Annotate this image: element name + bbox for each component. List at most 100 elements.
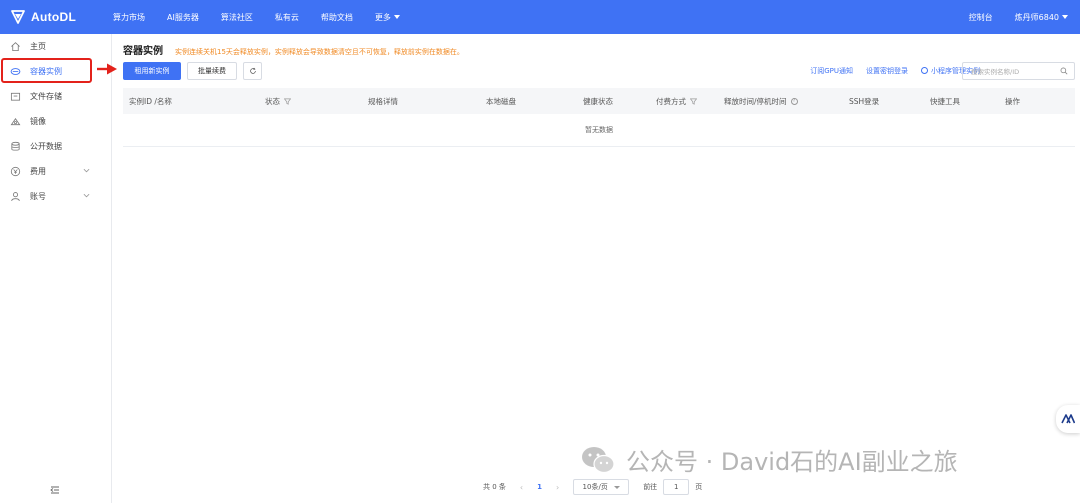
top-right-menu: 控制台 炼丹师6840	[969, 0, 1068, 34]
filter-icon[interactable]	[690, 98, 697, 105]
column-header-label: 状态	[265, 96, 280, 106]
nav-more-label: 更多	[374, 12, 391, 22]
nav-private-cloud[interactable]: 私有云	[275, 12, 299, 23]
column-header-label: 操作	[1005, 96, 1020, 106]
sidebar-item-account[interactable]: 账号	[0, 184, 111, 209]
column-header-label: 实例ID /名称	[129, 96, 172, 106]
column-header-spec: 规格详情	[368, 88, 398, 114]
warning-text: 实例连续关机15天会释放实例，实例释放会导致数据清空且不可恢复，释放前实例在数据…	[175, 48, 464, 56]
watermark: 公众号 · David石的AI副业之旅	[580, 442, 958, 477]
table-header: 实例ID /名称 状态 规格详情 本地磁盘 健康状态 付费方式 释放时间/停机时…	[123, 88, 1075, 114]
chevron-down-icon	[393, 15, 400, 19]
sidebar-item-label: 账号	[30, 192, 46, 201]
empty-text: 暂无数据	[585, 126, 613, 134]
top-navbar: AutoDL 算力市场 AI服务器 算法社区 私有云 帮助文档 更多 控制台 炼…	[0, 0, 1080, 34]
title-row: 容器实例 实例连续关机15天会释放实例，实例释放会导致数据清空且不可恢复，释放前…	[123, 42, 464, 57]
column-header-actions: 操作	[1005, 88, 1020, 114]
column-header-label: 健康状态	[583, 96, 613, 106]
sidebar-item-label: 公开数据	[30, 142, 62, 151]
sidebar-item-billing[interactable]: 费用	[0, 159, 111, 184]
toolbar-links: 订阅GPU通知 设置密钥登录 小程序管理实例	[797, 62, 980, 80]
column-header-instance-id: 实例ID /名称	[129, 88, 172, 114]
column-header-health: 健康状态	[583, 88, 613, 114]
column-header-label: 付费方式	[656, 96, 686, 106]
key-login-link[interactable]: 设置密钥登录	[866, 66, 908, 76]
search-icon	[1060, 67, 1068, 75]
rent-new-instance-button[interactable]: 租用新实例	[123, 62, 181, 80]
console-link[interactable]: 控制台	[969, 12, 993, 23]
column-header-ssh: SSH登录	[849, 88, 879, 114]
subscribe-gpu-link[interactable]: 订阅GPU通知	[810, 66, 853, 76]
chevron-down-icon	[83, 168, 90, 173]
collapse-sidebar-icon[interactable]	[50, 485, 60, 495]
sidebar-item-file-storage[interactable]: 文件存储	[0, 84, 111, 109]
sidebar-item-label: 费用	[30, 167, 46, 176]
toolbar: 租用新实例 批量续费 订阅GPU通知 设置密钥登录 小程序管理实例 搜索实例名称…	[123, 62, 1075, 82]
main-nav: 算力市场 AI服务器 算法社区 私有云 帮助文档 更多	[113, 0, 422, 34]
search-input[interactable]: 搜索实例名称/ID	[962, 62, 1075, 80]
table-empty-row: 暂无数据	[123, 114, 1075, 147]
logo-text: AutoDL	[31, 10, 77, 24]
username: 炼丹师6840	[1014, 12, 1059, 22]
search-placeholder: 搜索实例名称/ID	[971, 68, 1020, 76]
current-page[interactable]: 1	[537, 483, 542, 491]
pagination: 共 0 条 ‹ 1 › 10条/页 前往 1 页	[483, 479, 716, 495]
nav-help-docs[interactable]: 帮助文档	[321, 12, 353, 23]
column-header-disk: 本地磁盘	[486, 88, 516, 114]
column-header-label: SSH登录	[849, 96, 880, 106]
watermark-text: 公众号 · David石的AI副业之旅	[626, 448, 958, 476]
page-size-value: 10条/页	[582, 483, 608, 491]
goto-page-input[interactable]: 1	[663, 479, 690, 495]
sidebar-item-images[interactable]: 镜像	[0, 109, 111, 134]
column-header-label: 规格详情	[368, 96, 398, 106]
database-icon	[11, 141, 20, 151]
instances-table: 实例ID /名称 状态 规格详情 本地磁盘 健康状态 付费方式 释放时间/停机时…	[123, 88, 1075, 147]
refresh-button[interactable]	[243, 62, 262, 80]
wechat-icon	[582, 446, 615, 473]
refresh-icon	[249, 67, 256, 74]
chevron-down-icon	[83, 193, 90, 198]
goto-page-value: 1	[673, 483, 679, 491]
sidebar: 主页 容器实例 文件存储 镜像 公开数据 费用 账号	[0, 34, 112, 503]
prev-page-icon[interactable]: ‹	[520, 483, 523, 492]
filter-icon[interactable]	[284, 98, 291, 105]
chevron-down-icon	[613, 485, 620, 489]
home-icon	[11, 42, 20, 52]
yen-icon	[10, 166, 21, 177]
nav-algorithm-community[interactable]: 算法社区	[221, 12, 253, 23]
sidebar-item-label: 镜像	[30, 117, 46, 126]
column-header-billing: 付费方式	[656, 88, 697, 114]
pagination-total: 共 0 条	[483, 483, 506, 491]
goto-label: 前往	[643, 483, 658, 491]
floating-assistant-button[interactable]	[1056, 405, 1080, 433]
sidebar-item-label: 文件存储	[30, 92, 62, 101]
column-header-label: 本地磁盘	[486, 96, 516, 106]
sidebar-item-public-data[interactable]: 公开数据	[0, 134, 111, 159]
page-size-select[interactable]: 10条/页	[573, 479, 630, 495]
sidebar-item-home[interactable]: 主页	[0, 34, 111, 59]
column-header-label: 释放时间/停机时间	[724, 96, 787, 106]
next-page-icon[interactable]: ›	[556, 483, 559, 492]
column-header-label: 快捷工具	[930, 96, 960, 106]
sidebar-item-label: 主页	[30, 42, 46, 51]
user-icon	[11, 192, 20, 202]
mini-program-icon	[921, 67, 928, 74]
highlight-annotation-box	[1, 58, 92, 83]
page-suffix: 页	[695, 483, 703, 491]
help-icon[interactable]: ?	[790, 97, 798, 105]
image-icon	[10, 118, 21, 126]
page-title: 容器实例	[123, 46, 163, 57]
chevron-down-icon	[1062, 15, 1068, 19]
autodl-logo-icon	[11, 10, 25, 24]
batch-renew-button[interactable]: 批量续费	[187, 62, 237, 80]
user-menu[interactable]: 炼丹师6840	[1015, 12, 1068, 23]
red-arrow-annotation-icon	[97, 63, 117, 75]
column-header-tools: 快捷工具	[930, 88, 960, 114]
logo[interactable]: AutoDL	[10, 9, 113, 25]
nav-more[interactable]: 更多	[375, 12, 400, 23]
main-content: 容器实例 实例连续关机15天会释放实例，实例释放会导致数据清空且不可恢复，释放前…	[123, 34, 1075, 503]
nav-compute-market[interactable]: 算力市场	[113, 12, 145, 23]
autodl-logo-icon	[1061, 414, 1075, 424]
nav-ai-server[interactable]: AI服务器	[167, 12, 199, 23]
column-header-release-time: 释放时间/停机时间?	[724, 88, 798, 114]
